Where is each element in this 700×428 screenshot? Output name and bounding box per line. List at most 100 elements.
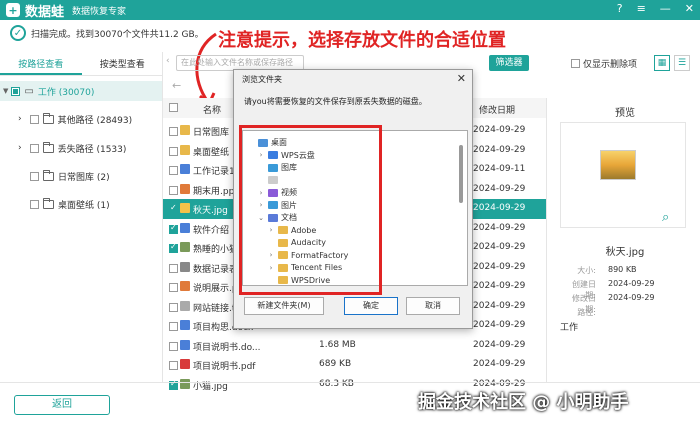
preview-title: 预览	[615, 108, 635, 119]
file-date: 2024-09-29	[473, 222, 526, 233]
file-date: 2024-09-29	[473, 359, 526, 369]
file-date: 2024-09-29	[473, 378, 526, 389]
ok-button[interactable]: 确定	[344, 297, 398, 315]
file-row-checkbox[interactable]	[169, 185, 178, 195]
cancel-button[interactable]: 取消	[406, 297, 460, 315]
divider	[546, 98, 547, 382]
help-icon[interactable]: ?	[617, 2, 623, 15]
close-icon[interactable]: ✕	[685, 2, 694, 15]
tab-by-path[interactable]: 按路径查看	[0, 56, 82, 75]
select-all-checkbox[interactable]	[169, 103, 178, 112]
minimize-icon[interactable]: —	[660, 2, 671, 15]
file-name: 秋天.jpg	[193, 206, 228, 216]
file-row-checkbox[interactable]	[169, 127, 178, 136]
back-arrow-icon[interactable]: ‹	[166, 56, 170, 66]
filter-button[interactable]: 筛选器	[489, 55, 529, 71]
expand-icon[interactable]: ›	[18, 114, 22, 124]
folder-icon	[43, 197, 54, 209]
tree-item[interactable]: 日常图库 (2)	[0, 166, 163, 186]
dialog-title: 浏览文件夹	[242, 75, 282, 84]
tree-item-checkbox[interactable]	[30, 199, 39, 209]
file-row-checkbox[interactable]	[169, 361, 178, 370]
expand-icon[interactable]: ›	[18, 143, 22, 153]
file-row[interactable]: 项目说明书.pdf 689 KB 2024-09-29	[163, 355, 546, 375]
file-name: 小猫.jpg	[193, 381, 228, 392]
file-size: 689 KB	[319, 359, 352, 369]
file-date: 2024-09-29	[473, 144, 526, 155]
tree-item-checkbox[interactable]	[29, 143, 39, 153]
tab-by-type[interactable]: 按类型查看	[82, 56, 164, 75]
file-type-icon	[180, 203, 190, 213]
file-date: 2024-09-29	[473, 203, 526, 213]
file-row[interactable]: 项目说明书.do... 1.68 MB 2024-09-29	[163, 336, 546, 356]
tree-item-label: 日常图库 (2)	[58, 172, 110, 183]
file-name: 数据记录表	[193, 264, 239, 275]
meta-key: 路径:	[577, 308, 596, 317]
file-type-icon	[180, 183, 190, 194]
file-row-checkbox[interactable]	[169, 283, 178, 292]
new-folder-button[interactable]: 新建文件夹(M)	[244, 297, 324, 315]
column-date-header[interactable]: 修改日期	[479, 103, 515, 116]
file-name: 网站链接.t	[193, 303, 236, 314]
tree-item-checkbox[interactable]	[30, 171, 39, 181]
tree-item[interactable]: › 其他路径 (28493)	[0, 109, 163, 129]
scrollbar-thumb[interactable]	[459, 145, 463, 203]
file-type-icon	[180, 125, 190, 135]
file-name: 日常图库	[193, 128, 230, 138]
dialog-close-icon[interactable]: ✕	[457, 72, 466, 85]
back-button[interactable]: 返回	[14, 395, 110, 415]
collapse-icon[interactable]: ▼	[3, 87, 8, 95]
file-row-checkbox[interactable]	[169, 263, 178, 273]
file-row-checkbox[interactable]	[169, 146, 178, 156]
file-name: 桌面壁纸	[193, 147, 230, 158]
file-row-checkbox[interactable]	[169, 166, 178, 175]
file-type-icon	[180, 144, 190, 155]
tree-item-label: 其他路径 (28493)	[57, 115, 133, 126]
file-type-icon	[180, 281, 190, 291]
file-type-icon	[180, 359, 190, 369]
folder-icon	[42, 141, 54, 153]
tree-item-label: 桌面壁纸 (1)	[58, 200, 110, 211]
file-name: 期末用.ppt	[193, 186, 238, 197]
meta-key: 大小:	[577, 266, 596, 275]
scan-status-text: 扫描完成。找到30070个文件共11.2 GB。	[31, 29, 204, 40]
annotation-text: 注意提示，选择存放文件的合适位置	[218, 30, 506, 51]
tree-root-row[interactable]: ▼ ▭ 工作 (30070)	[0, 81, 163, 101]
file-row-checkbox[interactable]	[169, 322, 178, 331]
column-name-header[interactable]: 名称	[203, 103, 221, 116]
file-row-checkbox[interactable]	[169, 203, 178, 214]
file-name: 工作记录1	[193, 167, 235, 177]
file-name: 项目说明书.do...	[193, 342, 261, 353]
list-view-icon[interactable]: ☰	[674, 55, 690, 71]
preview-filename: 秋天.jpg	[605, 247, 645, 258]
tree-root-label: 工作 (30070)	[37, 87, 95, 98]
folder-icon	[42, 112, 54, 124]
file-date: 2024-09-11	[473, 164, 526, 174]
file-row-checkbox[interactable]	[169, 223, 178, 234]
app-subtitle: 数据恢复专家	[72, 6, 127, 17]
dialog-message: 请you将需要恢复的文件保存到原丢失数据的磁盘。	[244, 97, 427, 106]
file-date: 2024-09-29	[473, 300, 526, 311]
root-checkbox[interactable]	[11, 86, 21, 96]
file-type-icon	[180, 300, 190, 311]
tree-item[interactable]: 桌面壁纸 (1)	[0, 194, 163, 214]
file-row-checkbox[interactable]	[169, 242, 178, 253]
tree-item[interactable]: › 丢失路径 (1533)	[0, 138, 163, 158]
grid-view-icon[interactable]: ▦	[654, 55, 670, 71]
zoom-icon[interactable]: ⌕	[662, 210, 669, 225]
file-type-icon	[180, 320, 190, 330]
file-type-icon	[180, 261, 190, 272]
only-deleted-label: 仅显示删除项	[583, 60, 638, 70]
only-deleted-toggle[interactable]: 仅显示删除项	[571, 57, 637, 70]
file-type-icon	[180, 164, 190, 174]
only-deleted-checkbox[interactable]	[571, 59, 580, 68]
file-row-checkbox[interactable]	[169, 341, 178, 351]
preview-thumbnail	[600, 150, 636, 180]
menu-icon[interactable]: ≡	[637, 2, 646, 15]
file-date: 2024-09-29	[473, 125, 526, 135]
file-row-checkbox[interactable]	[169, 302, 178, 312]
nav-back-icon[interactable]: ←	[172, 79, 181, 92]
view-mode-tabs: 按路径查看 按类型查看	[0, 56, 163, 76]
app-name: 数据蛙	[25, 4, 65, 20]
tree-item-checkbox[interactable]	[29, 114, 39, 124]
